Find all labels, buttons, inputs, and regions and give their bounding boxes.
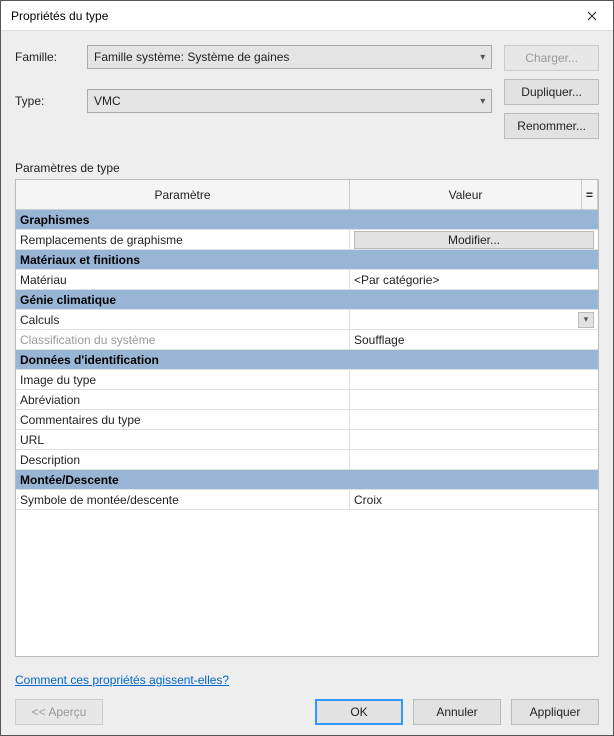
header-value: Valeur bbox=[350, 180, 582, 209]
table-row: Classification du système Soufflage bbox=[16, 330, 598, 350]
table-row: Calculs ▾ bbox=[16, 310, 598, 330]
table-row: Commentaires du type bbox=[16, 410, 598, 430]
table-body: Graphismes Remplacements de graphisme Mo… bbox=[16, 210, 598, 656]
param-description: Description bbox=[16, 450, 350, 469]
chevron-down-icon: ▾ bbox=[480, 96, 485, 107]
table-row: Abréviation bbox=[16, 390, 598, 410]
value-calculations[interactable]: ▾ bbox=[350, 310, 598, 329]
category-identity[interactable]: Données d'identification bbox=[16, 350, 598, 370]
value-material[interactable]: <Par catégorie> bbox=[350, 270, 598, 289]
param-type-comments: Commentaires du type bbox=[16, 410, 350, 429]
param-material: Matériau bbox=[16, 270, 350, 289]
param-system-classification: Classification du système bbox=[16, 330, 350, 349]
edit-graphic-overrides-button[interactable]: Modifier... bbox=[354, 231, 594, 249]
type-label: Type: bbox=[15, 94, 71, 108]
category-materials[interactable]: Matériaux et finitions bbox=[16, 250, 598, 270]
dialog-footer: << Aperçu OK Annuler Appliquer bbox=[15, 699, 599, 725]
duplicate-button[interactable]: Dupliquer... bbox=[504, 79, 599, 105]
table-row: Image du type bbox=[16, 370, 598, 390]
value-type-comments[interactable] bbox=[350, 410, 598, 429]
param-type-image: Image du type bbox=[16, 370, 350, 389]
category-risedrop[interactable]: Montée/Descente bbox=[16, 470, 598, 490]
chevron-down-icon: ▾ bbox=[480, 52, 485, 63]
type-properties-dialog: Propriétés du type Famille: Famille syst… bbox=[0, 0, 614, 736]
apply-button[interactable]: Appliquer bbox=[511, 699, 599, 725]
value-risedrop-symbol[interactable]: Croix bbox=[350, 490, 598, 509]
table-row: Symbole de montée/descente Croix bbox=[16, 490, 598, 510]
param-calculations: Calculs bbox=[16, 310, 350, 329]
close-icon bbox=[587, 11, 597, 21]
category-mechanical[interactable]: Génie climatique bbox=[16, 290, 598, 310]
table-header: Paramètre Valeur = bbox=[16, 180, 598, 210]
titlebar: Propriétés du type bbox=[1, 1, 613, 31]
type-dropdown[interactable]: VMC ▾ bbox=[87, 89, 492, 113]
family-dropdown[interactable]: Famille système: Système de gaines ▾ bbox=[87, 45, 492, 69]
header-parameter: Paramètre bbox=[16, 180, 350, 209]
table-row: Description bbox=[16, 450, 598, 470]
table-row: URL bbox=[16, 430, 598, 450]
rename-button[interactable]: Renommer... bbox=[504, 113, 599, 139]
chevron-down-icon[interactable]: ▾ bbox=[578, 312, 594, 328]
param-abbreviation: Abréviation bbox=[16, 390, 350, 409]
main-area: Famille: Famille système: Système de gai… bbox=[1, 31, 613, 735]
value-system-classification: Soufflage bbox=[350, 330, 598, 349]
cancel-button[interactable]: Annuler bbox=[413, 699, 501, 725]
value-type-image[interactable] bbox=[350, 370, 598, 389]
preview-button: << Aperçu bbox=[15, 699, 103, 725]
value-url[interactable] bbox=[350, 430, 598, 449]
param-risedrop-symbol: Symbole de montée/descente bbox=[16, 490, 350, 509]
value-abbreviation[interactable] bbox=[350, 390, 598, 409]
param-graphic-overrides: Remplacements de graphisme bbox=[16, 230, 350, 249]
close-button[interactable] bbox=[571, 1, 613, 30]
ok-button[interactable]: OK bbox=[315, 699, 403, 725]
param-url: URL bbox=[16, 430, 350, 449]
value-description[interactable] bbox=[350, 450, 598, 469]
category-graphics[interactable]: Graphismes bbox=[16, 210, 598, 230]
load-button: Charger... bbox=[504, 45, 599, 71]
family-label: Famille: bbox=[15, 50, 71, 64]
table-row: Remplacements de graphisme Modifier... bbox=[16, 230, 598, 250]
params-table: Paramètre Valeur = Graphismes Remplaceme… bbox=[15, 179, 599, 657]
help-link[interactable]: Comment ces propriétés agissent-elles? bbox=[15, 673, 599, 687]
table-row: Matériau <Par catégorie> bbox=[16, 270, 598, 290]
header-equals: = bbox=[582, 180, 598, 209]
family-value: Famille système: Système de gaines bbox=[94, 50, 289, 64]
params-section-label: Paramètres de type bbox=[15, 161, 599, 175]
dialog-title: Propriétés du type bbox=[11, 9, 108, 23]
type-value: VMC bbox=[94, 94, 121, 108]
